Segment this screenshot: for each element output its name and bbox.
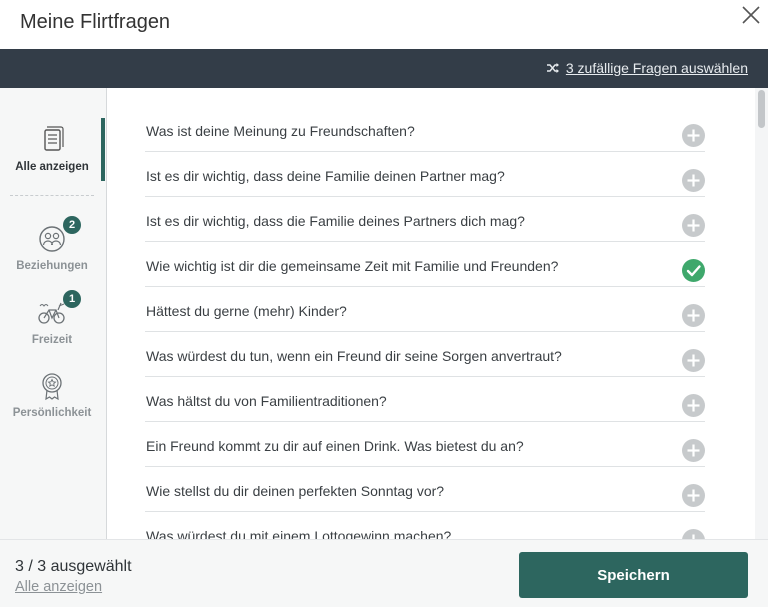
add-question-button[interactable] — [682, 394, 705, 417]
add-question-button[interactable] — [682, 439, 705, 462]
add-icon — [687, 399, 700, 412]
scrollbar[interactable] — [755, 88, 768, 539]
question-text: Was ist deine Meinung zu Freundschaften? — [146, 123, 415, 139]
question-text: Ist es dir wichtig, dass die Familie dei… — [146, 213, 525, 229]
award-badge-icon — [42, 373, 62, 401]
sidebar-item-label: Freizeit — [31, 334, 73, 346]
question-text: Wie wichtig ist dir die gemeinsame Zeit … — [146, 258, 559, 274]
random-questions-label: 3 zufällige Fragen auswählen — [565, 60, 748, 76]
question-text: Hättest du gerne (mehr) Kinder? — [146, 303, 347, 319]
add-icon — [687, 309, 700, 322]
sidebar-item-beziehungen[interactable]: 2 Beziehungen — [0, 216, 104, 272]
add-icon — [687, 489, 700, 502]
sidebar-item-freizeit[interactable]: 1 Freizeit — [0, 290, 104, 346]
question-row[interactable]: Was würdest du mit einem Lottogewinn mac… — [145, 512, 705, 539]
question-row[interactable]: Ist es dir wichtig, dass die Familie dei… — [145, 197, 705, 242]
shuffle-icon — [546, 63, 559, 73]
add-question-button[interactable] — [682, 529, 705, 539]
close-icon[interactable] — [740, 4, 762, 26]
question-row[interactable]: Was ist deine Meinung zu Freundschaften? — [145, 107, 705, 152]
freizeit-badge: 1 — [63, 290, 81, 308]
question-row[interactable]: Was hältst du von Familientraditionen? — [145, 377, 705, 422]
selected-check-button[interactable] — [682, 259, 705, 282]
sidebar-item-label: Persönlichkeit — [12, 407, 92, 419]
question-text: Was würdest du tun, wenn ein Freund dir … — [146, 348, 562, 364]
sidebar-item-label: Alle anzeigen — [15, 161, 89, 173]
save-button[interactable]: Speichern — [519, 552, 748, 598]
sidebar-divider — [10, 195, 94, 196]
question-row[interactable]: Ist es dir wichtig, dass deine Familie d… — [145, 152, 705, 197]
add-question-button[interactable] — [682, 124, 705, 147]
leisure-bike-icon — [38, 302, 65, 324]
question-list: Was ist deine Meinung zu Freundschaften?… — [107, 88, 755, 539]
question-text: Was würdest du mit einem Lottogewinn mac… — [146, 528, 452, 539]
add-icon — [687, 444, 700, 457]
question-row[interactable]: Wie wichtig ist dir die gemeinsame Zeit … — [145, 242, 705, 287]
sidebar-item-persoenlichkeit[interactable]: Persönlichkeit — [0, 371, 104, 419]
document-icon — [44, 126, 64, 151]
sidebar-item-alle-anzeigen[interactable]: Alle anzeigen — [0, 125, 104, 173]
toolbar: 3 zufällige Fragen auswählen — [0, 49, 768, 88]
scrollbar-thumb[interactable] — [758, 90, 765, 128]
question-text: Wie stellst du dir deinen perfekten Sonn… — [146, 483, 445, 499]
beziehungen-badge: 2 — [63, 216, 81, 234]
add-icon — [687, 219, 700, 232]
dialog-title: Meine Flirtfragen — [20, 11, 171, 33]
check-icon — [686, 265, 701, 277]
sidebar-item-label: Beziehungen — [16, 260, 88, 272]
relationship-icon — [39, 226, 65, 252]
add-question-button[interactable] — [682, 304, 705, 327]
selection-count: 3 / 3 ausgewählt — [15, 558, 132, 575]
random-questions-link[interactable]: 3 zufällige Fragen auswählen — [546, 60, 748, 76]
add-icon — [687, 354, 700, 367]
add-question-button[interactable] — [682, 349, 705, 372]
dialog-footer: 3 / 3 ausgewählt Alle anzeigen Speichern — [0, 539, 768, 607]
add-question-button[interactable] — [682, 214, 705, 237]
add-icon — [692, 534, 695, 539]
question-text: Was hältst du von Familientraditionen? — [146, 393, 387, 409]
category-sidebar: Alle anzeigen 2 Beziehungen 1 Freizeit P… — [0, 88, 107, 539]
question-text: Ist es dir wichtig, dass deine Familie d… — [146, 168, 505, 184]
add-question-button[interactable] — [682, 169, 705, 192]
add-icon — [687, 129, 700, 142]
add-question-button[interactable] — [682, 484, 705, 507]
add-icon — [687, 174, 700, 187]
question-row[interactable]: Ein Freund kommt zu dir auf einen Drink.… — [145, 422, 705, 467]
show-all-link[interactable]: Alle anzeigen — [15, 579, 102, 595]
question-row[interactable]: Wie stellst du dir deinen perfekten Sonn… — [145, 467, 705, 512]
question-row[interactable]: Was würdest du tun, wenn ein Freund dir … — [145, 332, 705, 377]
dialog-header: Meine Flirtfragen — [0, 0, 768, 49]
question-text: Ein Freund kommt zu dir auf einen Drink.… — [146, 438, 524, 454]
question-row[interactable]: Hättest du gerne (mehr) Kinder? — [145, 287, 705, 332]
